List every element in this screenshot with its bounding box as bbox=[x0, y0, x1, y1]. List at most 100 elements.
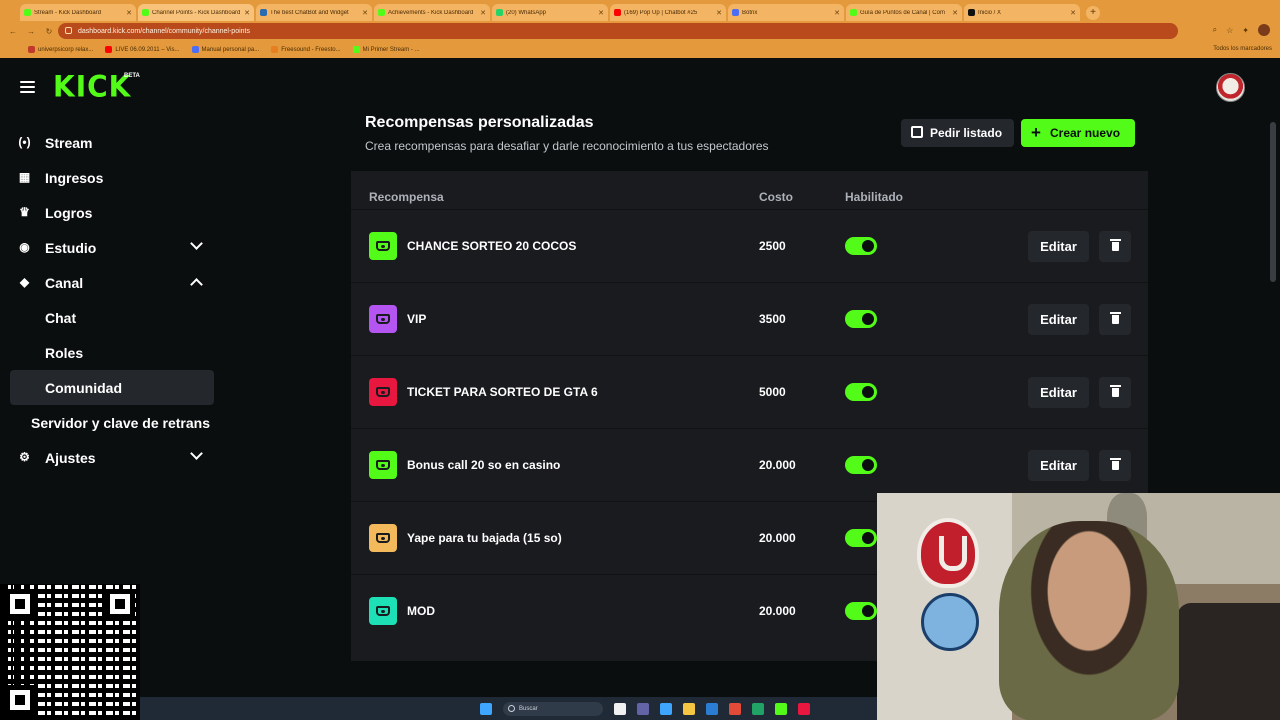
bookmark-label: Freesound - Freesto... bbox=[281, 46, 341, 53]
chrome-icon[interactable] bbox=[729, 702, 741, 715]
sidebar-item-canal[interactable]: ◆ Canal bbox=[0, 265, 230, 300]
browser-tab[interactable]: Stream - Kick Dashboard ✕ bbox=[20, 4, 136, 21]
app-icon[interactable] bbox=[798, 702, 810, 715]
column-header-reward: Recompensa bbox=[369, 190, 444, 204]
delete-button[interactable] bbox=[1099, 450, 1131, 481]
chevron-down-icon[interactable] bbox=[190, 447, 203, 460]
chevron-down-icon[interactable] bbox=[190, 237, 203, 250]
file-explorer-icon[interactable] bbox=[683, 702, 695, 715]
enabled-toggle[interactable] bbox=[845, 529, 877, 547]
close-tab-icon[interactable]: ✕ bbox=[952, 9, 958, 17]
forward-icon[interactable]: → bbox=[26, 27, 36, 36]
sidebar-item-ajustes[interactable]: ⚙ Ajustes bbox=[0, 440, 230, 475]
reward-name: CHANCE SORTEO 20 COCOS bbox=[407, 239, 577, 253]
bookmark-item[interactable]: Mi Primer Stream - ... bbox=[352, 46, 420, 53]
browser-tab[interactable]: (169) Pop Up | Chatbot #25 ✕ bbox=[610, 4, 726, 21]
request-list-button[interactable]: Pedir listado bbox=[901, 119, 1015, 147]
back-icon[interactable]: ← bbox=[8, 27, 18, 36]
teams-icon[interactable] bbox=[637, 702, 649, 715]
qr-finder bbox=[5, 685, 35, 715]
bookmark-item[interactable]: Freesound - Freesto... bbox=[271, 46, 341, 53]
enabled-toggle[interactable] bbox=[845, 237, 877, 255]
reward-row: TICKET PARA SORTEO DE GTA 6 5000 Editar bbox=[351, 355, 1148, 428]
delete-button[interactable] bbox=[1099, 377, 1131, 408]
delete-button[interactable] bbox=[1099, 231, 1131, 262]
qr-finder bbox=[105, 589, 135, 619]
sidebar-item-ingresos[interactable]: ▦ Ingresos bbox=[0, 160, 230, 195]
page-scrollbar[interactable] bbox=[1270, 122, 1276, 282]
page-subtitle: Crea recompensas para desafiar y darle r… bbox=[365, 139, 769, 153]
bookmark-item[interactable]: Manual personal pa... bbox=[191, 46, 259, 53]
sidebar-item-roles[interactable]: Roles bbox=[0, 335, 230, 370]
bookmark-item[interactable]: univerpsicorp relax... bbox=[28, 46, 93, 53]
page-title: Recompensas personalizadas bbox=[365, 114, 594, 131]
edit-button[interactable]: Editar bbox=[1028, 231, 1089, 262]
new-tab-button[interactable]: + bbox=[1086, 5, 1100, 20]
edge-icon[interactable] bbox=[660, 702, 672, 715]
site-info-icon[interactable] bbox=[65, 27, 72, 34]
gear-icon: ⚙ bbox=[19, 450, 30, 464]
close-tab-icon[interactable]: ✕ bbox=[716, 9, 722, 17]
reward-row: VIP 3500 Editar bbox=[351, 282, 1148, 355]
windows-start-icon[interactable] bbox=[480, 702, 492, 715]
sidebar-item-chat[interactable]: Chat bbox=[0, 300, 230, 335]
reward-cost: 20.000 bbox=[759, 604, 796, 618]
enabled-toggle[interactable] bbox=[845, 602, 877, 620]
close-tab-icon[interactable]: ✕ bbox=[1070, 9, 1076, 17]
reward-icon bbox=[369, 451, 397, 479]
tab-favicon-icon bbox=[850, 9, 857, 16]
bookmark-star-icon[interactable]: ☆ bbox=[1226, 26, 1233, 35]
reward-icon bbox=[369, 524, 397, 552]
bookmark-favicon-icon bbox=[28, 46, 35, 53]
sidebar-item-logros[interactable]: ♛ Logros bbox=[0, 195, 230, 230]
enabled-toggle[interactable] bbox=[845, 383, 877, 401]
sidebar-item-comunidad[interactable]: Comunidad bbox=[10, 370, 214, 405]
outlook-icon[interactable] bbox=[706, 702, 718, 715]
sidebar-item-servidor[interactable]: Servidor y clave de retrans bbox=[0, 405, 230, 440]
close-tab-icon[interactable]: ✕ bbox=[244, 9, 250, 17]
extensions-icon[interactable]: ✦ bbox=[1242, 26, 1249, 35]
tab-title: Achievements - Kick Dashboard bbox=[388, 9, 474, 16]
sidebar-item-estudio[interactable]: ◉ Estudio bbox=[0, 230, 230, 265]
request-list-label: Pedir listado bbox=[930, 126, 1003, 140]
excel-icon[interactable] bbox=[752, 702, 764, 715]
kick-logo[interactable]: KICK bbox=[53, 71, 131, 103]
zoom-icon[interactable]: ⌕ bbox=[1213, 25, 1217, 35]
close-tab-icon[interactable]: ✕ bbox=[834, 9, 840, 17]
browser-tab[interactable]: Channel Points - Kick Dashboard ✕ bbox=[138, 4, 254, 21]
taskbar-search[interactable]: Buscar bbox=[503, 701, 603, 716]
sidebar-item-stream[interactable]: (•) Stream bbox=[0, 125, 230, 160]
browser-tab[interactable]: Botrix ✕ bbox=[728, 4, 844, 21]
enabled-toggle[interactable] bbox=[845, 310, 877, 328]
browser-tab[interactable]: The best ChatBot and Widget ✕ bbox=[256, 4, 372, 21]
edit-button[interactable]: Editar bbox=[1028, 377, 1089, 408]
menu-icon[interactable] bbox=[20, 81, 35, 93]
broadcast-icon: (•) bbox=[18, 135, 31, 149]
app-icon[interactable] bbox=[775, 702, 787, 715]
webcam-person bbox=[999, 521, 1179, 720]
browser-tab[interactable]: Inicio / X ✕ bbox=[964, 4, 1080, 21]
close-tab-icon[interactable]: ✕ bbox=[598, 9, 604, 17]
close-tab-icon[interactable]: ✕ bbox=[480, 9, 486, 17]
browser-tab[interactable]: (20) WhatsApp ✕ bbox=[492, 4, 608, 21]
browser-tab[interactable]: Achievements - Kick Dashboard ✕ bbox=[374, 4, 490, 21]
close-tab-icon[interactable]: ✕ bbox=[362, 9, 368, 17]
all-bookmarks[interactable]: Todos los marcadores bbox=[1213, 46, 1272, 52]
trash-icon bbox=[1109, 312, 1121, 324]
profile-avatar[interactable] bbox=[1258, 24, 1270, 36]
bookmark-item[interactable]: LIVE 06.09.2011 – Vis... bbox=[105, 46, 180, 53]
tab-title: Guía de Puntos de Canal | Com bbox=[860, 9, 945, 16]
webcam-chair bbox=[1177, 603, 1280, 720]
enabled-toggle[interactable] bbox=[845, 456, 877, 474]
chevron-up-icon[interactable] bbox=[190, 278, 203, 291]
browser-tab[interactable]: Guía de Puntos de Canal | Com ✕ bbox=[846, 4, 962, 21]
delete-button[interactable] bbox=[1099, 304, 1131, 335]
edit-button[interactable]: Editar bbox=[1028, 450, 1089, 481]
edit-button[interactable]: Editar bbox=[1028, 304, 1089, 335]
task-view-icon[interactable] bbox=[614, 702, 626, 715]
create-new-button[interactable]: + Crear nuevo bbox=[1021, 119, 1135, 147]
address-bar[interactable]: dashboard.kick.com/channel/community/cha… bbox=[58, 23, 1178, 39]
reload-icon[interactable]: ↻ bbox=[44, 27, 54, 36]
user-avatar[interactable] bbox=[1216, 73, 1245, 102]
close-tab-icon[interactable]: ✕ bbox=[126, 9, 132, 17]
